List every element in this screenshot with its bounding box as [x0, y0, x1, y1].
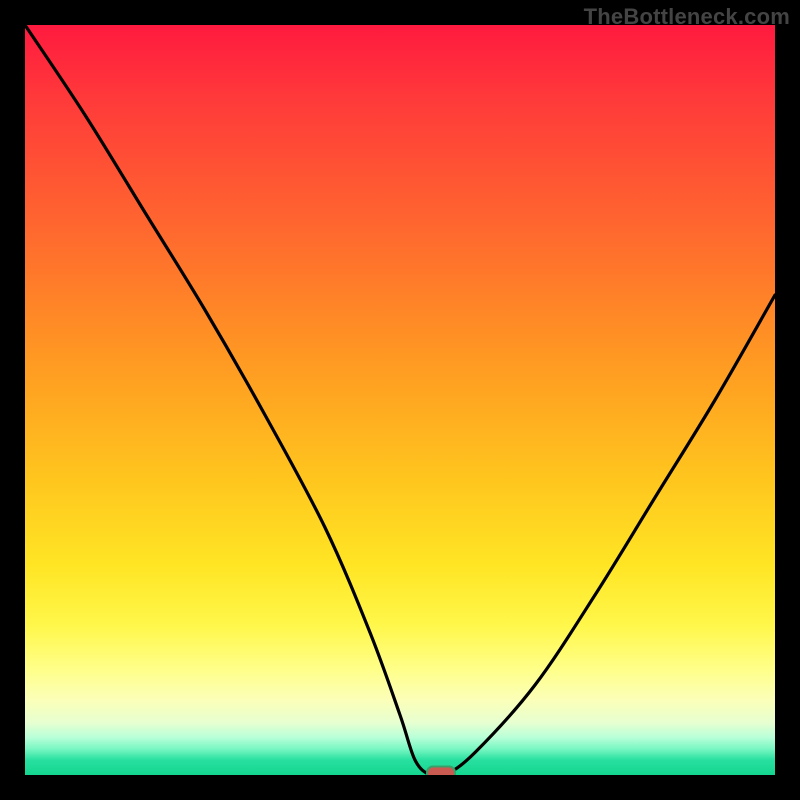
bottleneck-curve-path — [25, 25, 775, 775]
plot-area — [25, 25, 775, 775]
chart-frame: TheBottleneck.com — [0, 0, 800, 800]
optimal-marker — [426, 766, 456, 776]
bottleneck-curve-svg — [25, 25, 775, 775]
